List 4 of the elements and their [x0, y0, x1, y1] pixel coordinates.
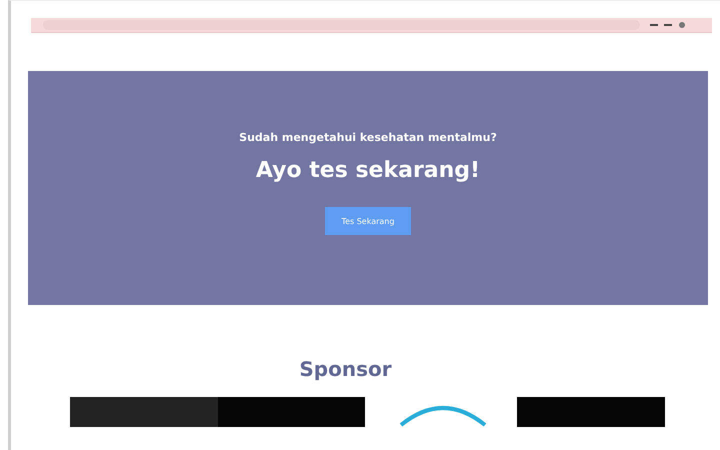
- banner-question: Sudah mengetahui kesehatan mentalmu?: [239, 131, 497, 144]
- sponsor-heading: Sponsor: [299, 357, 392, 381]
- test-button[interactable]: Tes Sekarang: [325, 207, 411, 235]
- banner-title: Ayo tes sekarang!: [256, 158, 480, 183]
